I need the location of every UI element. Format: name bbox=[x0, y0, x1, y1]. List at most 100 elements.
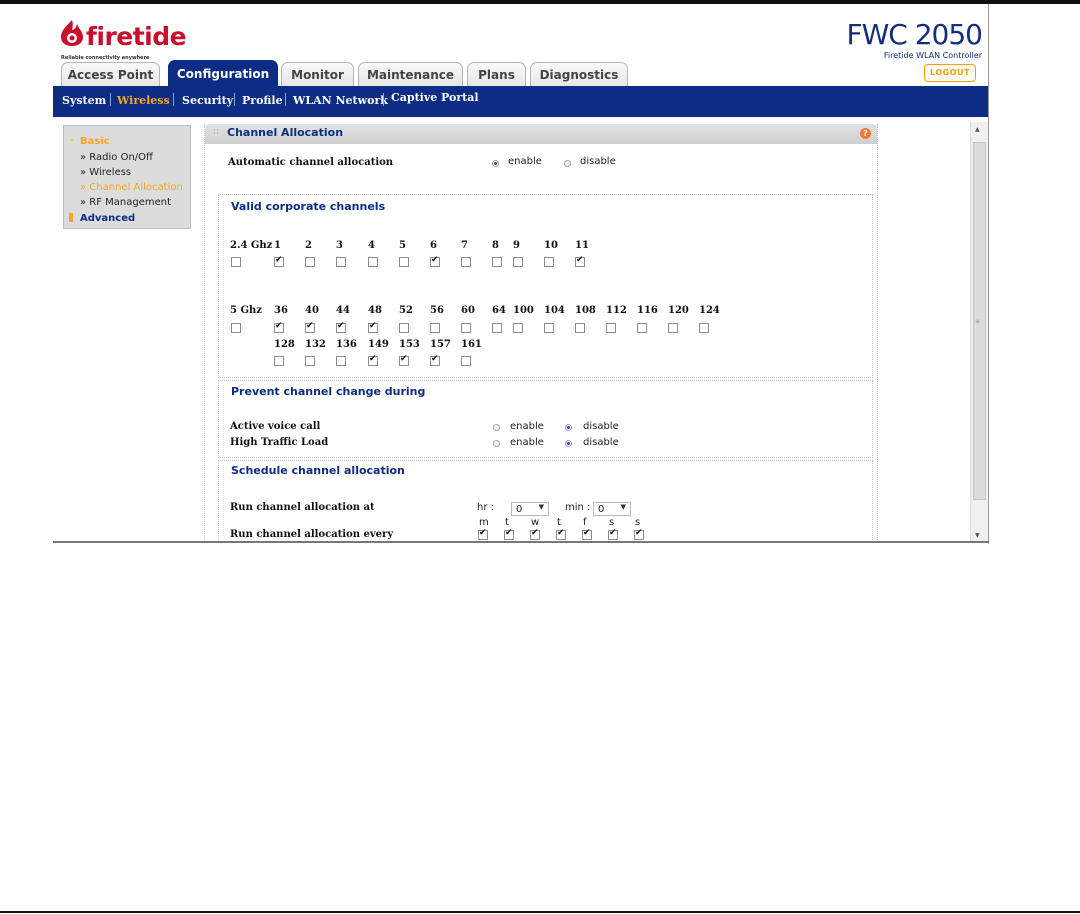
menu-advanced[interactable]: Advanced bbox=[80, 213, 135, 224]
channel-5-label: 56 bbox=[430, 305, 444, 316]
channel-24-checkbox[interactable] bbox=[461, 257, 471, 267]
channel-5-label: 60 bbox=[461, 305, 475, 316]
day-checkbox[interactable] bbox=[504, 528, 514, 540]
minute-select[interactable]: 0 ▼ bbox=[593, 502, 631, 516]
channel-24-checkbox[interactable] bbox=[492, 257, 502, 267]
day-label: f bbox=[583, 517, 587, 528]
window-bottom-border bbox=[53, 541, 989, 543]
channel-5-checkbox[interactable] bbox=[368, 354, 378, 366]
channel-5-checkbox[interactable] bbox=[274, 356, 284, 366]
menu-rf-management[interactable]: » RF Management bbox=[80, 197, 171, 208]
band-5-label: 5 Ghz bbox=[230, 305, 262, 316]
channel-5-label: 120 bbox=[668, 305, 689, 316]
tab-access-point[interactable]: Access Point bbox=[61, 62, 160, 86]
voice-disable-radio[interactable] bbox=[565, 424, 572, 431]
channel-24-checkbox[interactable] bbox=[305, 257, 315, 267]
scroll-up-arrow-icon[interactable]: ▲ bbox=[975, 126, 980, 133]
channel-24-checkbox[interactable] bbox=[399, 257, 409, 267]
traffic-disable-radio[interactable] bbox=[565, 440, 572, 447]
channel-5-checkbox[interactable] bbox=[336, 356, 346, 366]
channel-24-checkbox[interactable] bbox=[513, 257, 523, 267]
subnav-system[interactable]: System bbox=[62, 94, 106, 107]
channel-24-checkbox[interactable] bbox=[430, 255, 440, 267]
scroll-down-arrow-icon[interactable]: ▼ bbox=[975, 532, 980, 539]
menu-channel-allocation[interactable]: » Channel Allocation bbox=[80, 182, 183, 193]
tab-plans[interactable]: Plans bbox=[467, 62, 526, 86]
channel-5-checkbox[interactable] bbox=[544, 323, 554, 333]
channel-5-checkbox[interactable] bbox=[492, 323, 502, 333]
channel-5-checkbox[interactable] bbox=[430, 323, 440, 333]
vertical-scrollbar[interactable]: ▲ ≡ ▼ bbox=[970, 122, 989, 543]
channel-24-checkbox[interactable] bbox=[274, 255, 284, 267]
band-24-select-all-checkbox[interactable] bbox=[231, 257, 241, 267]
channel-5-checkbox[interactable] bbox=[274, 321, 284, 333]
channel-5-checkbox[interactable] bbox=[668, 323, 678, 333]
menu-radio-on-off[interactable]: » Radio On/Off bbox=[80, 152, 153, 163]
channel-24-checkbox[interactable] bbox=[336, 257, 346, 267]
band-5-select-all-checkbox[interactable] bbox=[231, 323, 241, 333]
channel-24-checkbox[interactable] bbox=[544, 257, 554, 267]
menu-wireless[interactable]: » Wireless bbox=[80, 167, 131, 178]
subnav-security[interactable]: Security bbox=[182, 94, 233, 107]
auto-enable-radio[interactable] bbox=[492, 160, 499, 167]
channel-24-checkbox[interactable] bbox=[575, 255, 585, 267]
active-voice-call-label: Active voice call bbox=[230, 421, 321, 432]
scrollbar-grip-icon: ≡ bbox=[975, 318, 981, 325]
tab-diagnostics[interactable]: Diagnostics bbox=[530, 62, 628, 86]
tab-configuration[interactable]: Configuration bbox=[168, 60, 278, 86]
logout-button[interactable]: LOGOUT bbox=[924, 64, 976, 82]
menu-basic[interactable]: Basic bbox=[80, 136, 110, 147]
tab-monitor[interactable]: Monitor bbox=[281, 62, 354, 86]
day-checkbox[interactable] bbox=[556, 528, 566, 540]
channel-5-checkbox[interactable] bbox=[399, 323, 409, 333]
day-checkbox[interactable] bbox=[608, 528, 618, 540]
firetide-logo: firetide Reliable connectivity anywhere bbox=[59, 16, 219, 66]
channel-5-checkbox[interactable] bbox=[575, 323, 585, 333]
channel-5-label: 108 bbox=[575, 305, 596, 316]
channel-5-label: 157 bbox=[430, 339, 451, 350]
day-checkbox[interactable] bbox=[582, 528, 592, 540]
help-icon[interactable]: ? bbox=[860, 128, 871, 139]
channel-24-label: 10 bbox=[544, 240, 558, 251]
channel-5-checkbox[interactable] bbox=[399, 354, 409, 366]
subnav-divider bbox=[383, 93, 384, 106]
day-checkbox[interactable] bbox=[478, 528, 488, 540]
auto-disable-radio[interactable] bbox=[564, 160, 571, 167]
channel-5-checkbox[interactable] bbox=[461, 356, 471, 366]
channel-5-checkbox[interactable] bbox=[699, 323, 709, 333]
app-window: firetide Reliable connectivity anywhere … bbox=[53, 4, 989, 543]
channel-5-checkbox[interactable] bbox=[305, 321, 315, 333]
channel-5-checkbox[interactable] bbox=[461, 323, 471, 333]
day-checkbox[interactable] bbox=[634, 528, 644, 540]
channel-5-checkbox[interactable] bbox=[606, 323, 616, 333]
subnav-wlan-network[interactable]: WLAN Network bbox=[293, 94, 388, 107]
channel-5-checkbox[interactable] bbox=[368, 321, 378, 333]
channel-5-label: 153 bbox=[399, 339, 420, 350]
day-label: m bbox=[479, 517, 489, 528]
day-label: t bbox=[557, 517, 561, 528]
subnav-captive-portal[interactable]: Captive Portal bbox=[391, 91, 479, 104]
traffic-enable-label: enable bbox=[510, 437, 544, 448]
channel-5-checkbox[interactable] bbox=[305, 356, 315, 366]
channel-5-checkbox[interactable] bbox=[336, 321, 346, 333]
tab-maintenance[interactable]: Maintenance bbox=[358, 62, 463, 86]
voice-enable-radio[interactable] bbox=[493, 424, 500, 431]
day-checkbox[interactable] bbox=[530, 528, 540, 540]
voice-disable-label: disable bbox=[583, 421, 619, 432]
logo-text: firetide bbox=[86, 22, 187, 51]
hour-select[interactable]: 0 ▼ bbox=[511, 502, 549, 516]
prevent-change-section: Prevent channel change during Active voi… bbox=[218, 380, 873, 458]
dropdown-arrow-icon: ▼ bbox=[620, 503, 626, 511]
drag-handle-icon: :: bbox=[213, 127, 220, 137]
sub-navigation: System Wireless Security Profile WLAN Ne… bbox=[53, 86, 989, 117]
channel-5-checkbox[interactable] bbox=[637, 323, 647, 333]
channel-5-checkbox[interactable] bbox=[513, 323, 523, 333]
panel-header: :: Channel Allocation ? bbox=[205, 124, 877, 144]
channel-5-checkbox[interactable] bbox=[430, 354, 440, 366]
channel-24-checkbox[interactable] bbox=[368, 257, 378, 267]
subnav-wireless[interactable]: Wireless bbox=[117, 94, 170, 107]
channel-5-label: 128 bbox=[274, 339, 295, 350]
channel-5-label: 149 bbox=[368, 339, 389, 350]
subnav-profile[interactable]: Profile bbox=[242, 94, 283, 107]
traffic-enable-radio[interactable] bbox=[493, 440, 500, 447]
